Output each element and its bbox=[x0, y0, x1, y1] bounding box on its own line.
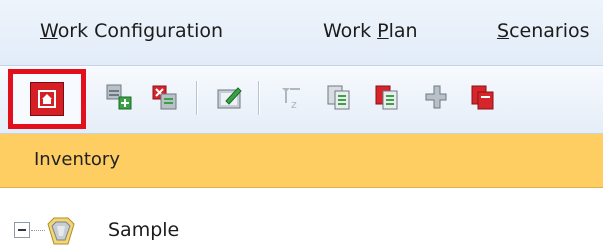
sort-button[interactable]: z bbox=[272, 78, 310, 116]
add-config-button[interactable] bbox=[100, 78, 138, 116]
sort-icon: z bbox=[282, 88, 300, 111]
copy-document-icon bbox=[327, 85, 350, 110]
red-document-button[interactable] bbox=[368, 78, 406, 116]
home-icon bbox=[30, 82, 64, 116]
red-document-icon bbox=[375, 85, 398, 110]
toolbar-separator bbox=[196, 81, 197, 115]
menu-work-configuration[interactable]: Work Configuration bbox=[40, 20, 223, 42]
copy-document-button[interactable] bbox=[320, 78, 358, 116]
menu-bar: Work Configuration Work Plan Scenarios bbox=[0, 0, 603, 66]
inventory-panel-header: Inventory bbox=[0, 134, 603, 188]
svg-text:z: z bbox=[291, 98, 297, 111]
connector-icon bbox=[425, 85, 447, 109]
edit-config-button[interactable] bbox=[210, 78, 248, 116]
menu-scenarios[interactable]: Scenarios bbox=[497, 20, 590, 42]
add-config-icon bbox=[106, 84, 132, 110]
tree-connector-line bbox=[31, 230, 45, 231]
red-document-arrow-button[interactable] bbox=[464, 78, 502, 116]
panel-title: Inventory bbox=[34, 149, 120, 170]
tree-node-label: Sample bbox=[108, 219, 180, 241]
red-document-arrow-icon bbox=[471, 85, 494, 110]
connector-button[interactable] bbox=[416, 78, 454, 116]
collapse-toggle[interactable] bbox=[14, 222, 30, 238]
toolbar-separator bbox=[258, 81, 259, 115]
tree-node-sample[interactable]: Sample bbox=[0, 198, 603, 251]
menu-work-plan[interactable]: Work Plan bbox=[323, 20, 418, 42]
delete-config-button[interactable] bbox=[146, 78, 184, 116]
delete-config-icon bbox=[152, 85, 177, 110]
home-button[interactable] bbox=[8, 69, 86, 129]
toolbar: z bbox=[0, 66, 603, 134]
edit-config-icon bbox=[217, 87, 242, 109]
shield-icon bbox=[46, 216, 86, 252]
